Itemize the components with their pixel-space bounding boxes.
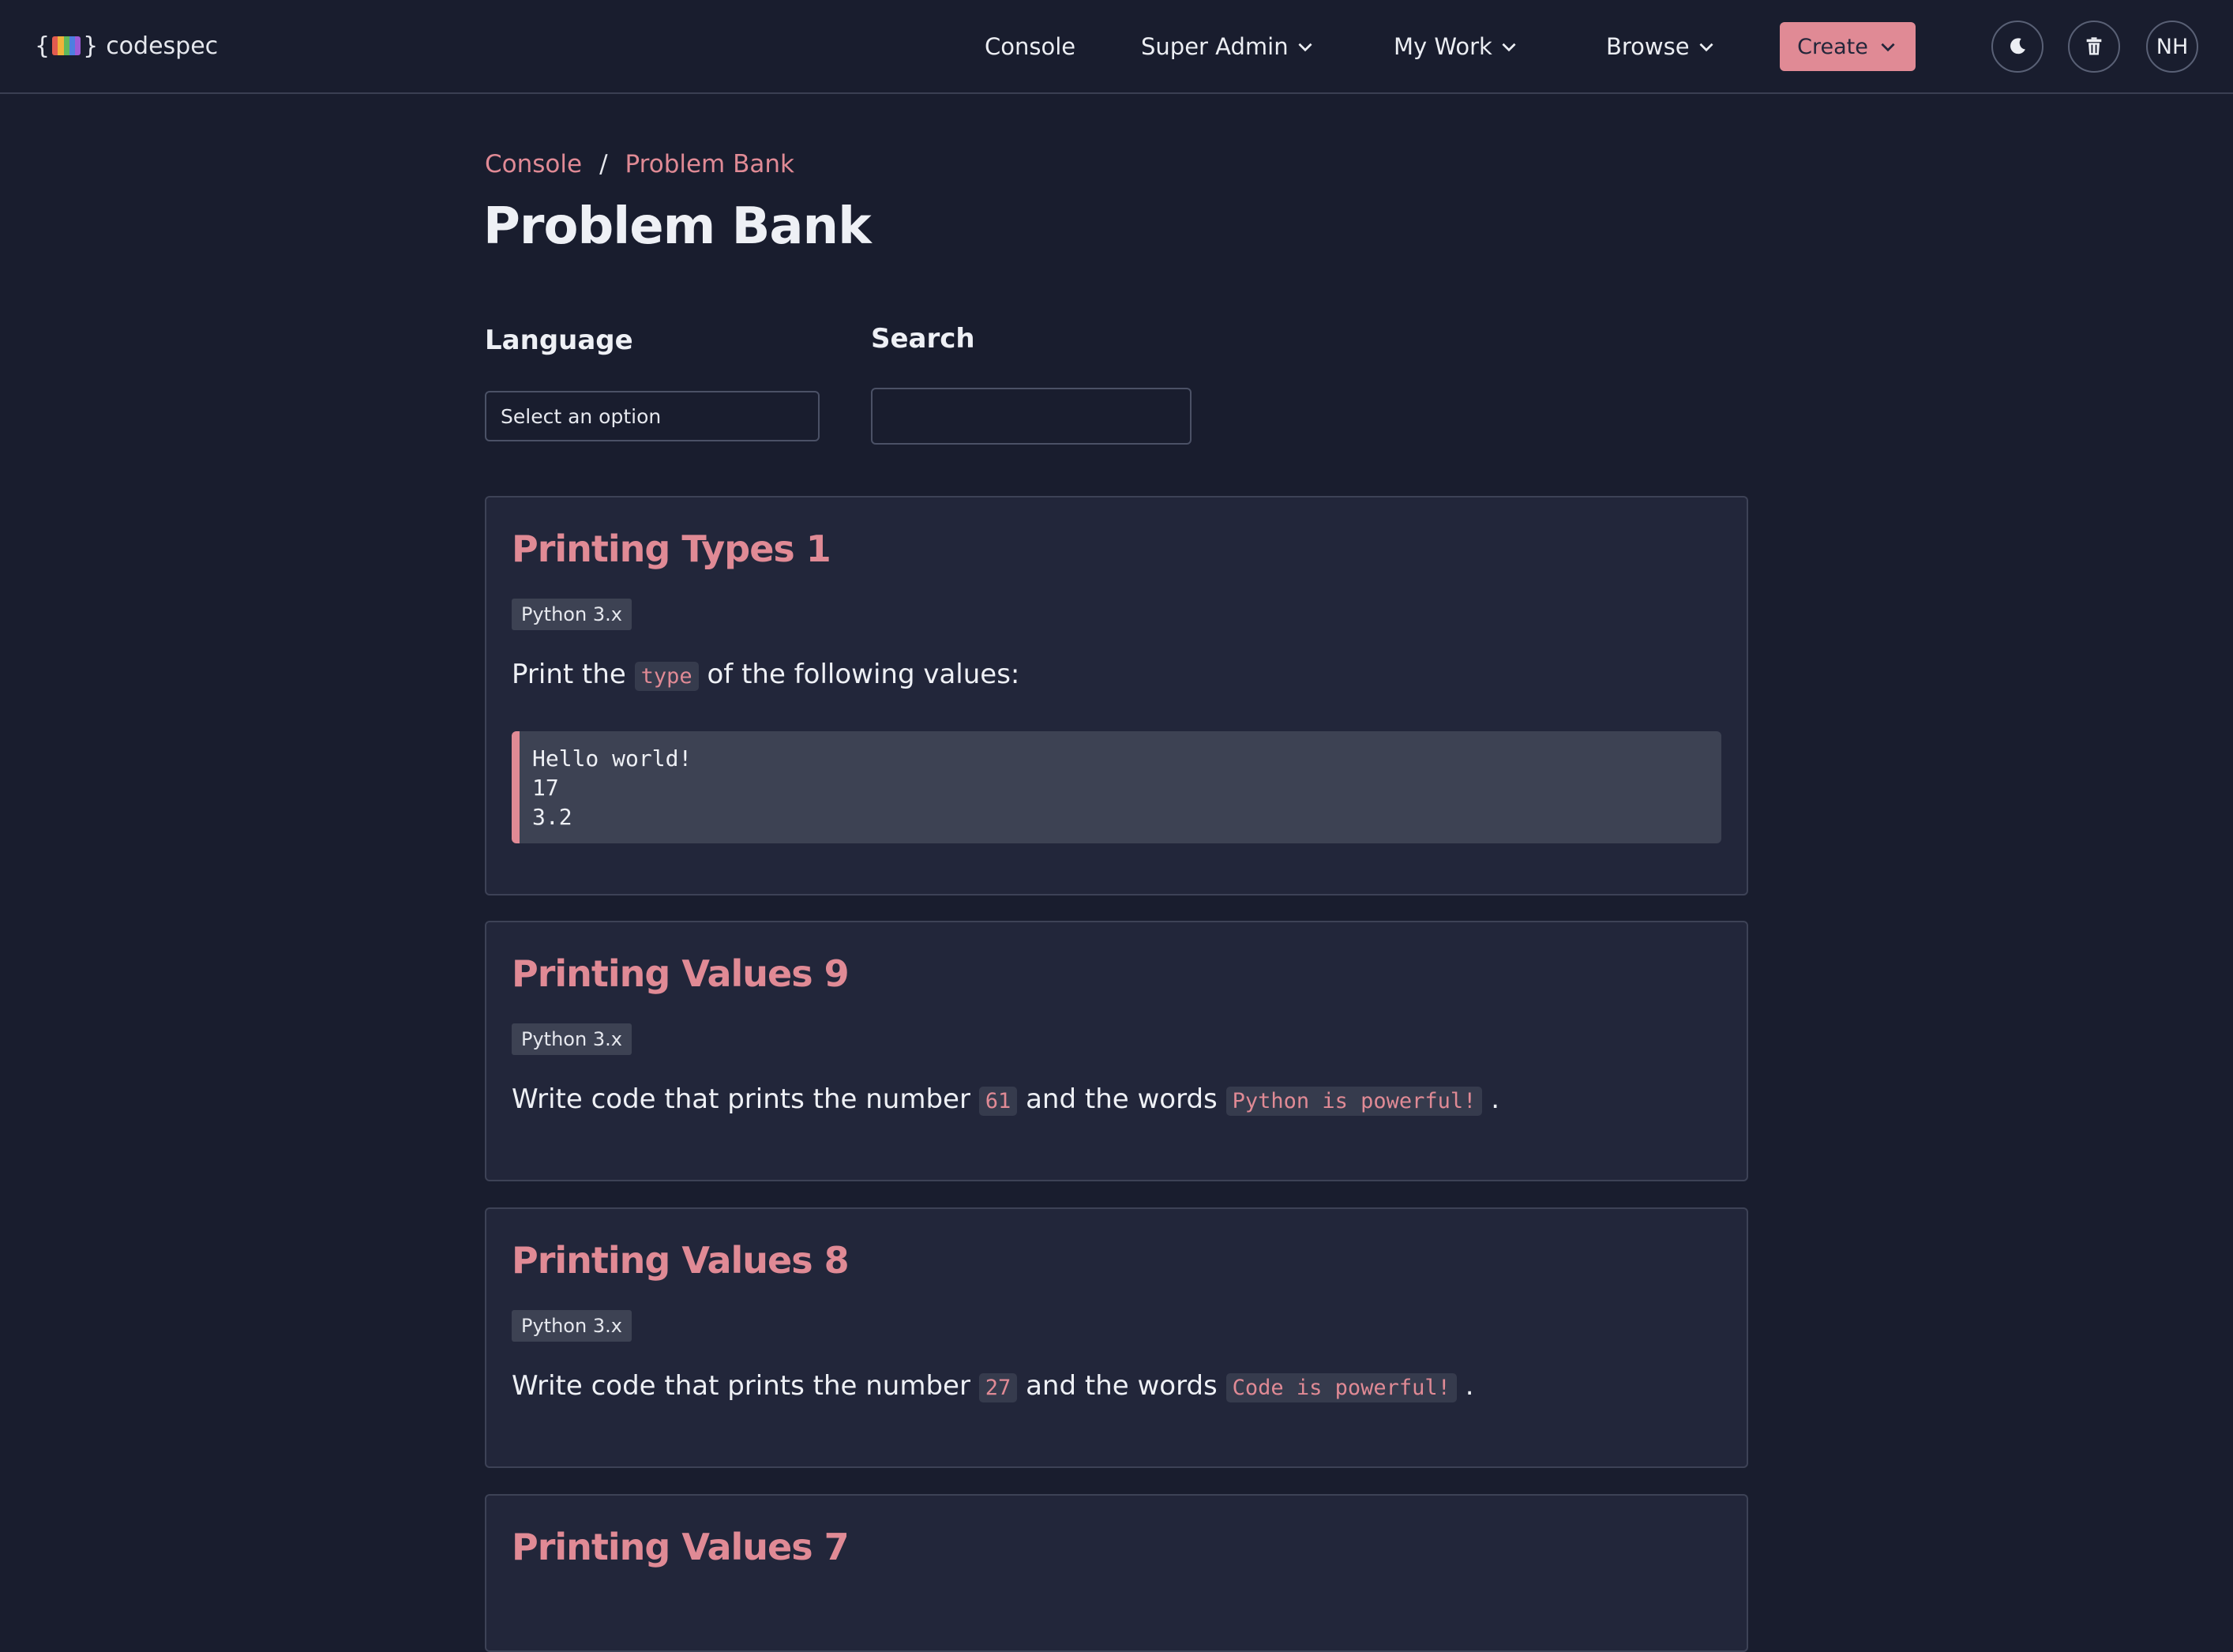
language-tag: Python 3.x xyxy=(512,1310,632,1342)
avatar[interactable]: NH xyxy=(2146,21,2198,73)
theme-toggle-button[interactable] xyxy=(1991,21,2043,73)
breadcrumb-separator: / xyxy=(599,150,608,178)
code-block: Hello world! 17 3.2 xyxy=(512,731,1721,843)
nav-super-admin[interactable]: Super Admin xyxy=(1141,22,1315,71)
chevron-down-icon xyxy=(1881,43,1895,52)
moon-icon xyxy=(2010,38,2025,54)
problem-title[interactable]: Printing Values 7 xyxy=(512,1526,850,1568)
search-input[interactable] xyxy=(871,388,1192,445)
codespec-logo-icon: { } xyxy=(35,32,98,60)
nav-console[interactable]: Console xyxy=(985,22,1075,71)
language-tag: Python 3.x xyxy=(512,599,632,630)
problem-description: Write code that prints the number 27 and… xyxy=(512,1370,1474,1402)
nav-browse[interactable]: Browse xyxy=(1606,22,1717,71)
problem-title[interactable]: Printing Values 8 xyxy=(512,1239,850,1282)
desc-text: and the words xyxy=(1026,1370,1218,1402)
search-label: Search xyxy=(871,323,975,355)
nav-my-work-label: My Work xyxy=(1394,33,1492,60)
inline-code: 61 xyxy=(978,1087,1018,1116)
breadcrumb-console[interactable]: Console xyxy=(485,150,582,178)
brace-open: { xyxy=(35,32,51,60)
problem-card: Printing Values 9 Python 3.x Write code … xyxy=(485,921,1748,1181)
inline-code: type xyxy=(634,662,699,691)
problem-title[interactable]: Printing Types 1 xyxy=(512,528,831,570)
language-label: Language xyxy=(485,325,633,356)
brand-logo[interactable]: { } codespec xyxy=(35,28,218,63)
problem-card: Printing Values 7 xyxy=(485,1494,1748,1652)
trash-button[interactable] xyxy=(2068,21,2120,73)
create-button[interactable]: Create xyxy=(1780,22,1916,71)
desc-text: of the following values: xyxy=(707,659,1020,690)
desc-text: Write code that prints the number xyxy=(512,1083,970,1115)
problem-title[interactable]: Printing Values 9 xyxy=(512,952,850,995)
language-tag: Python 3.x xyxy=(512,1023,632,1055)
problem-card: Printing Types 1 Python 3.x Print the ty… xyxy=(485,496,1748,895)
rainbow-bars xyxy=(52,36,81,55)
chevron-down-icon xyxy=(1502,43,1516,52)
desc-text: Print the xyxy=(512,659,626,690)
language-select-value: Select an option xyxy=(501,404,662,428)
desc-text: . xyxy=(1465,1370,1474,1402)
nav-browse-label: Browse xyxy=(1606,33,1690,60)
nav-super-admin-label: Super Admin xyxy=(1141,33,1289,60)
create-button-label: Create xyxy=(1797,34,1868,59)
desc-text: Write code that prints the number xyxy=(512,1370,970,1402)
language-select[interactable]: Select an option xyxy=(485,391,820,441)
breadcrumb: Console / Problem Bank xyxy=(485,150,794,178)
inline-code: 27 xyxy=(978,1373,1018,1402)
inline-code: Code is powerful! xyxy=(1225,1373,1457,1402)
brace-close: } xyxy=(83,32,99,60)
problem-card: Printing Values 8 Python 3.x Write code … xyxy=(485,1207,1748,1468)
avatar-initials: NH xyxy=(2156,34,2189,59)
chevron-down-icon xyxy=(1298,43,1312,52)
desc-text: and the words xyxy=(1026,1083,1218,1115)
chevron-down-icon xyxy=(1699,43,1713,52)
nav-my-work[interactable]: My Work xyxy=(1394,22,1519,71)
brand-name: codespec xyxy=(106,32,219,60)
problem-description: Print the type of the following values: xyxy=(512,659,1020,691)
breadcrumb-problem-bank[interactable]: Problem Bank xyxy=(625,150,794,178)
problem-description: Write code that prints the number 61 and… xyxy=(512,1083,1500,1116)
top-nav-bar: { } codespec Console Super Admin My Work… xyxy=(0,0,2233,94)
desc-text: . xyxy=(1491,1083,1500,1115)
trash-icon xyxy=(2086,37,2102,55)
nav-console-label: Console xyxy=(985,33,1076,60)
inline-code: Python is powerful! xyxy=(1225,1087,1483,1116)
page-title: Problem Bank xyxy=(483,197,872,256)
